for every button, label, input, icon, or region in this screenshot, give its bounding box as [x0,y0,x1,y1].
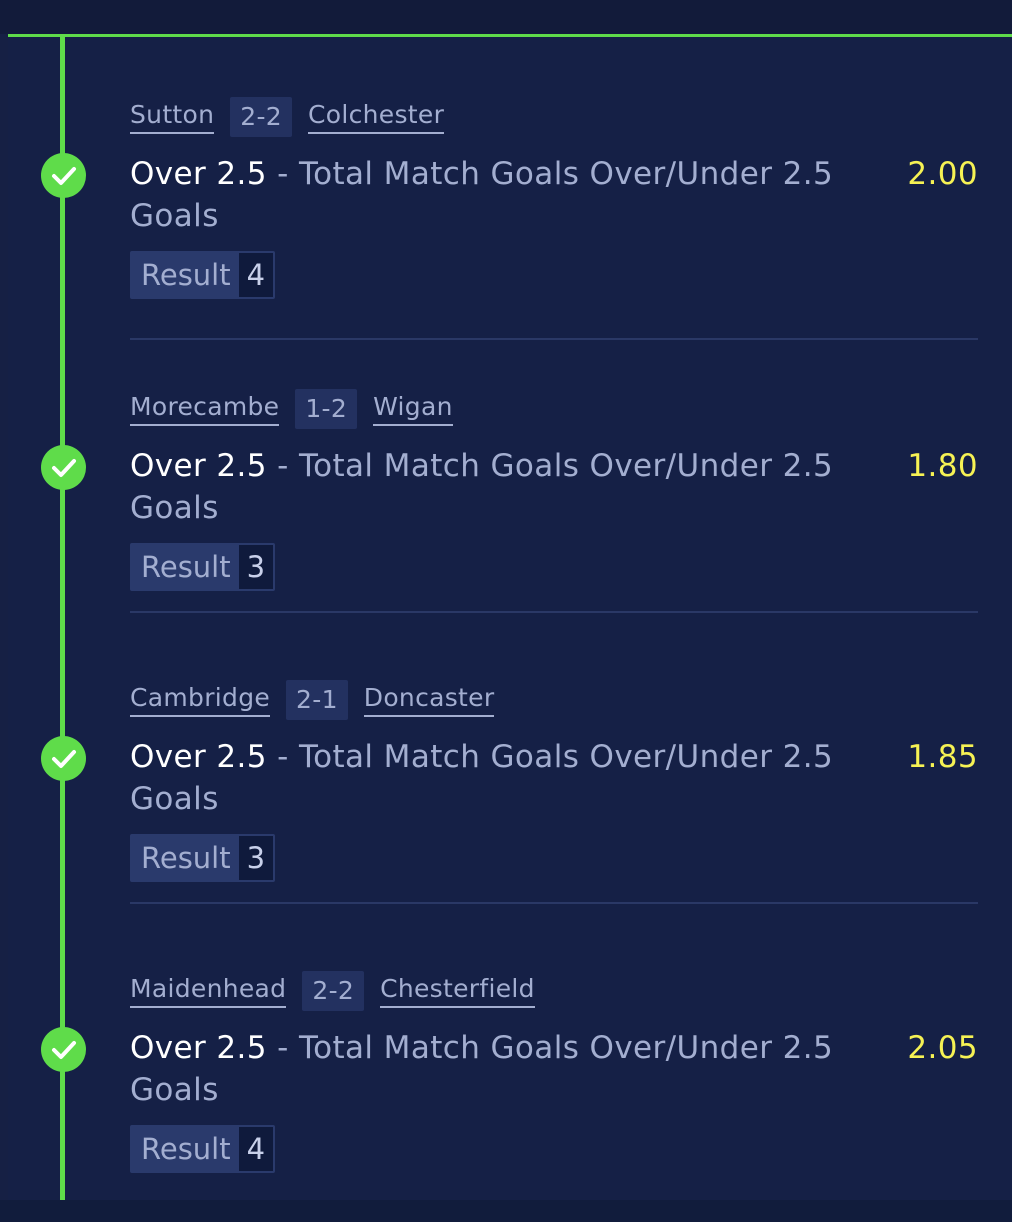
selection-text: Over 2.5 [130,739,267,775]
leg-divider [130,611,978,613]
result-value: 4 [238,253,274,297]
bet-leg: Morecambe 1-2 Wigan Over 2.5 - Total Mat… [0,349,1012,640]
result-value: 3 [238,836,274,880]
market-description: Over 2.5 - Total Match Goals Over/Under … [130,1027,890,1111]
check-icon [41,153,86,198]
bet-leg: Maidenhead 2-2 Chesterfield Over 2.5 - T… [0,931,1012,1222]
bet-slip-frame: Sutton 2-2 Colchester Over 2.5 - Total M… [0,0,1012,1200]
result-badge: Result 3 [130,834,276,882]
match-teams: Cambridge 2-1 Doncaster [130,680,495,720]
result-label: Result [141,550,231,584]
result-badge: Result 4 [130,251,276,299]
home-team-link[interactable]: Cambridge [130,683,271,717]
bet-leg: Cambridge 2-1 Doncaster Over 2.5 - Total… [0,640,1012,931]
bet-leg: Sutton 2-2 Colchester Over 2.5 - Total M… [0,57,1012,348]
result-label: Result [141,841,231,875]
away-team-link[interactable]: Doncaster [363,683,495,717]
home-team-link[interactable]: Sutton [130,100,215,134]
selection-text: Over 2.5 [130,1030,267,1066]
away-team-link[interactable]: Wigan [373,392,453,426]
result-label: Result [141,258,231,292]
check-icon [41,736,86,781]
away-team-link[interactable]: Chesterfield [380,974,535,1008]
top-band [0,0,1012,34]
result-label: Result [141,1132,231,1166]
check-icon [41,1027,86,1072]
leg-divider [130,902,978,904]
home-team-link[interactable]: Morecambe [130,392,280,426]
market-description: Over 2.5 - Total Match Goals Over/Under … [130,153,890,237]
result-value: 3 [238,545,274,589]
match-teams: Sutton 2-2 Colchester [130,97,445,137]
match-teams: Maidenhead 2-2 Chesterfield [130,971,535,1011]
odds-value: 2.05 [907,1030,978,1066]
odds-value: 1.80 [907,448,978,484]
market-description: Over 2.5 - Total Match Goals Over/Under … [130,736,890,820]
odds-value: 2.00 [907,156,978,192]
match-teams: Morecambe 1-2 Wigan [130,389,453,429]
selection-text: Over 2.5 [130,448,267,484]
score-badge: 2-2 [230,97,292,137]
score-badge: 1-2 [295,389,358,429]
away-team-link[interactable]: Colchester [308,100,445,134]
score-badge: 2-1 [286,680,348,720]
score-badge: 2-2 [302,971,365,1011]
check-icon [41,445,86,490]
selection-text: Over 2.5 [130,156,267,192]
market-description: Over 2.5 - Total Match Goals Over/Under … [130,445,890,529]
result-badge: Result 4 [130,1125,276,1173]
home-team-link[interactable]: Maidenhead [130,974,287,1008]
result-badge: Result 3 [130,543,276,591]
result-value: 4 [238,1127,274,1171]
odds-value: 1.85 [907,739,978,775]
leg-divider [130,338,978,340]
